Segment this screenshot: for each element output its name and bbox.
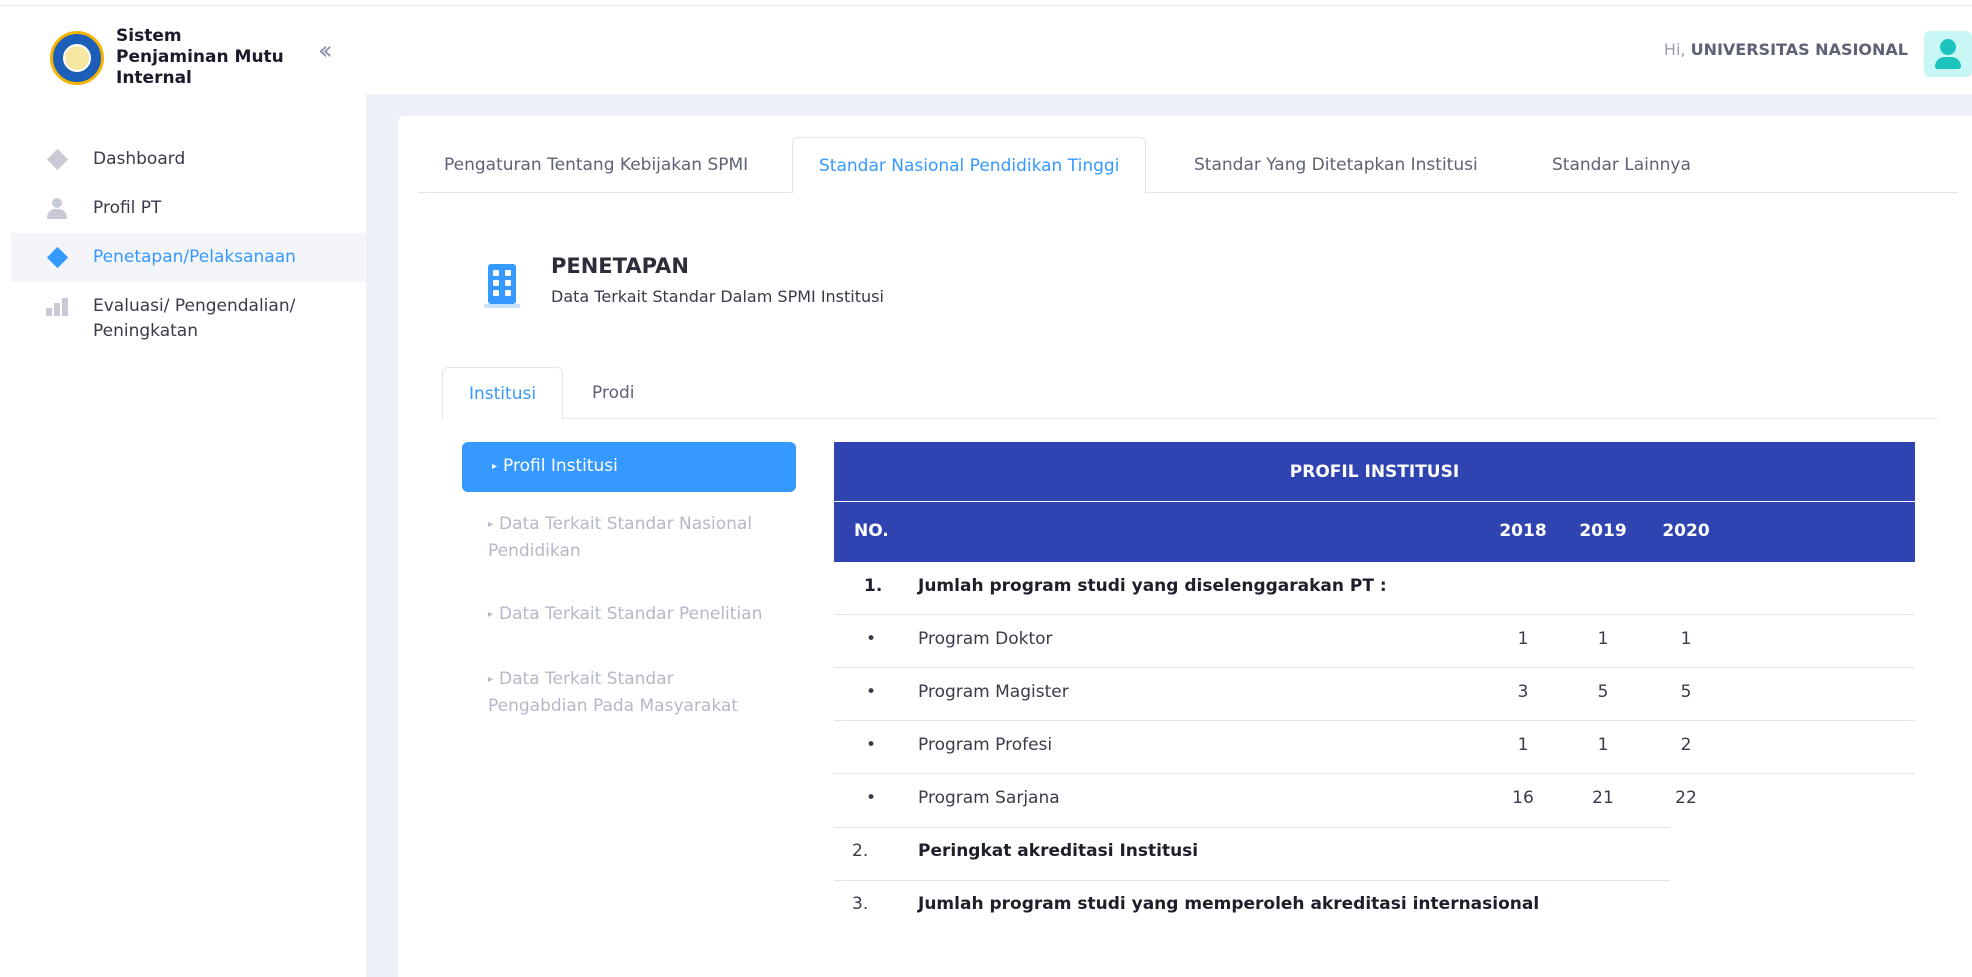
caret-right-icon: ▸: [488, 609, 494, 620]
row-number: 2.: [852, 841, 869, 861]
column-header-2019: 2019: [1579, 521, 1627, 541]
tab-standar-institusi[interactable]: Standar Yang Ditetapkan Institusi: [1168, 137, 1504, 193]
value-2019: 1: [1597, 735, 1609, 755]
data-category-menu: ▸ Profil Institusi ▸ Data Terkait Standar …: [462, 442, 796, 751]
user-name: UNIVERSITAS NASIONAL: [1690, 40, 1908, 59]
tab-kebijakan-spmi[interactable]: Pengaturan Tentang Kebijakan SPMI: [418, 137, 774, 193]
sidebar-item-penetapan[interactable]: Penetapan/Pelaksanaan: [11, 233, 366, 282]
table-header-row: NO. 2018 2019 2020: [834, 502, 1915, 562]
table-row: • Program Sarjana 16 21 22: [834, 774, 1915, 828]
menu-item-label: Profil Institusi: [503, 456, 618, 476]
value-2018: 16: [1512, 788, 1534, 808]
value-2020: 2: [1680, 735, 1692, 755]
scope-tabs: Institusi Prodi: [442, 367, 1938, 420]
sidebar-item-dashboard[interactable]: Dashboard: [11, 135, 366, 184]
tab-standar-lainnya[interactable]: Standar Lainnya: [1526, 137, 1717, 193]
row-bullet: •: [866, 629, 877, 649]
table-row: • Program Doktor 1 1 1: [834, 615, 1915, 668]
value-2020: 1: [1680, 629, 1692, 649]
building-icon: [484, 262, 522, 308]
row-description: Program Magister: [918, 682, 1069, 702]
tut-wuri-logo-icon: [50, 30, 104, 85]
sidebar-item-label: Profil PT: [93, 198, 162, 218]
sidebar-item-label: Penetapan/Pelaksanaan: [93, 247, 296, 267]
table-title: PROFIL INSTITUSI: [834, 442, 1915, 502]
table-row: 1. Jumlah program studi yang diselenggar…: [834, 562, 1915, 615]
menu-item-label: Data Terkait Standar Pengabdian Pada Mas…: [488, 669, 738, 716]
value-2020: 22: [1675, 788, 1697, 808]
row-description: Jumlah program studi yang memperoleh akr…: [918, 894, 1540, 914]
table-row: 2. Peringkat akreditasi Institusi: [834, 827, 1915, 881]
row-description: Program Doktor: [918, 629, 1053, 649]
double-chevron-left-icon[interactable]: ‹‹: [318, 36, 333, 66]
row-bullet: •: [866, 788, 877, 808]
table-row: 3. Jumlah program studi yang memperoleh …: [834, 880, 1915, 933]
menu-item-label: Data Terkait Standar Penelitian: [499, 604, 763, 624]
sidebar-nav: Dashboard Profil PT Penetapan/Pelaksanaa…: [11, 135, 366, 356]
value-2019: 5: [1597, 682, 1609, 702]
value-2018: 1: [1517, 629, 1529, 649]
app-title: Sistem Penjaminan Mutu Internal: [116, 26, 284, 88]
sidebar-item-label: Evaluasi/ Pengendalian/ Peningkatan: [93, 296, 296, 341]
caret-right-icon: ▸: [488, 674, 494, 685]
value-2018: 1: [1517, 735, 1529, 755]
value-2018: 3: [1517, 682, 1529, 702]
bar-chart-icon: [45, 294, 69, 318]
value-2019: 21: [1592, 788, 1614, 808]
tab-prodi[interactable]: Prodi: [566, 367, 660, 419]
caret-right-icon: ▸: [488, 519, 494, 530]
profil-institusi-table: PROFIL INSTITUSI NO. 2018 2019 2020 1. J…: [834, 442, 1915, 933]
diamond-icon: [45, 147, 69, 171]
tab-standar-nasional[interactable]: Standar Nasional Pendidikan Tinggi: [792, 137, 1147, 194]
row-bullet: •: [866, 735, 877, 755]
menu-item-standar-penelitian[interactable]: ▸ Data Terkait Standar Penelitian: [462, 596, 796, 635]
row-description: Program Sarjana: [918, 788, 1060, 808]
user-greeting[interactable]: Hi, UNIVERSITAS NASIONAL: [1664, 40, 1908, 59]
person-icon: [45, 196, 69, 220]
row-number: 1.: [864, 576, 883, 596]
sidebar-item-label: Dashboard: [93, 149, 186, 169]
sidebar-item-profil-pt[interactable]: Profil PT: [11, 184, 366, 233]
user-icon[interactable]: [1924, 31, 1972, 77]
standard-tabs: Pengaturan Tentang Kebijakan SPMI Standa…: [418, 137, 1958, 194]
tab-institusi[interactable]: Institusi: [442, 367, 564, 420]
greeting-prefix: Hi,: [1663, 40, 1686, 59]
sidebar-item-evaluasi[interactable]: Evaluasi/ Pengendalian/ Peningkatan: [11, 282, 366, 356]
column-header-2018: 2018: [1499, 521, 1547, 541]
row-description: Program Profesi: [918, 735, 1053, 755]
section-title: PENETAPAN: [551, 254, 689, 278]
section-subtitle: Data Terkait Standar Dalam SPMI Institus…: [551, 287, 884, 306]
caret-right-icon: ▸: [492, 461, 498, 472]
menu-item-label: Data Terkait Standar Nasional Pendidikan: [488, 514, 753, 561]
menu-item-standar-nasional-pendidikan[interactable]: ▸ Data Terkait Standar Nasional Pendidika…: [462, 506, 796, 570]
sidebar: Sistem Penjaminan Mutu Internal ‹‹ Dashb…: [0, 6, 366, 977]
value-2020: 5: [1680, 682, 1692, 702]
menu-item-profil-institusi[interactable]: ▸ Profil Institusi: [462, 442, 796, 492]
table-row: • Program Magister 3 5 5: [834, 668, 1915, 721]
row-bullet: •: [866, 682, 877, 702]
value-2019: 1: [1597, 629, 1609, 649]
row-description: Jumlah program studi yang diselenggaraka…: [918, 576, 1387, 596]
row-number: 3.: [852, 894, 869, 914]
column-header-no: NO.: [854, 521, 889, 541]
menu-item-standar-pengabdian[interactable]: ▸ Data Terkait Standar Pengabdian Pada Ma…: [462, 661, 796, 725]
top-header: Hi, UNIVERSITAS NASIONAL: [366, 6, 1972, 94]
column-header-2020: 2020: [1662, 521, 1710, 541]
table-row: • Program Profesi 1 1 2: [834, 721, 1915, 774]
brand[interactable]: Sistem Penjaminan Mutu Internal: [50, 26, 296, 89]
row-description: Peringkat akreditasi Institusi: [918, 841, 1199, 861]
diamond-icon: [45, 245, 69, 269]
